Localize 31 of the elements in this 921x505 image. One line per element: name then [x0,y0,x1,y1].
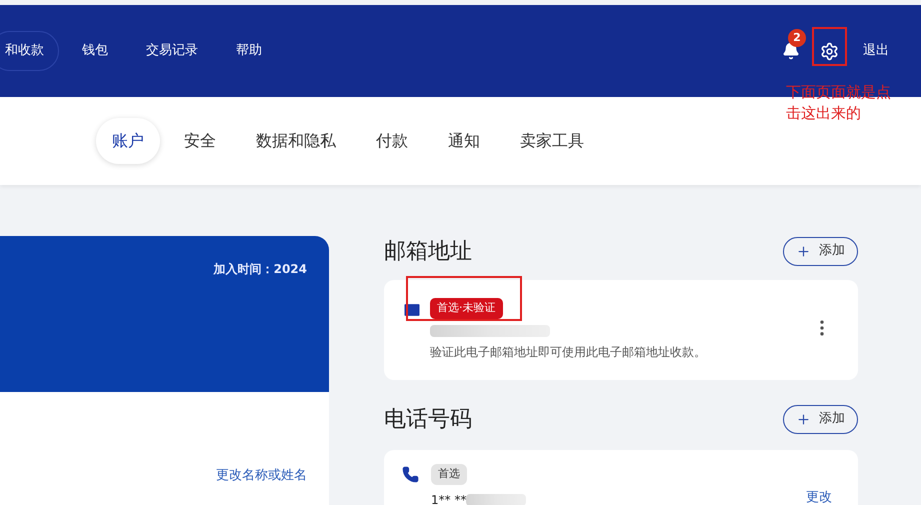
settings-tab[interactable]: 安全 [168,118,232,164]
annotation-note: 下面页面就是点击这出来的 [786,82,892,124]
phone-number: 1** ** [431,492,466,505]
join-date: 加入时间：2024 [214,261,307,276]
settings-tab[interactable]: 账户 [96,118,160,164]
settings-tab[interactable]: 卖家工具 [504,118,600,164]
settings-tab[interactable]: 通知 [432,118,496,164]
blurred-text [466,494,526,505]
section-title: 邮箱地址 [384,238,472,266]
plus-icon [796,412,811,426]
nav-link[interactable]: 和收款 [0,31,59,71]
annotation-frame [812,27,847,66]
bell-icon[interactable] [782,42,800,60]
settings-tab[interactable]: 付款 [360,118,424,164]
add-button[interactable]: 添加 [783,404,858,434]
plus-icon [796,244,811,258]
logout-button[interactable]: 退出 [863,41,889,61]
section-title: 电话号码 [384,406,472,434]
notification-badge: 2 [788,29,806,47]
change-name-link[interactable]: 更改名称或姓名 [216,466,307,486]
verification-hint: 验证此电子邮箱地址即可使用此电子邮箱地址收款。 [430,344,707,360]
add-button[interactable]: 添加 [783,236,858,266]
phone-icon [402,466,419,483]
nav-link[interactable]: 交易记录 [131,31,213,71]
settings-icon[interactable] [820,42,839,60]
preferred-badge: 首选 [431,464,467,484]
settings-tab[interactable]: 数据和隐私 [240,118,352,164]
nav-link[interactable]: 钱包 [67,31,123,71]
change-link[interactable]: 更改 [806,490,832,505]
nav-link[interactable]: 帮助 [221,31,277,71]
status-badge: 首选·未验证 [430,298,502,318]
